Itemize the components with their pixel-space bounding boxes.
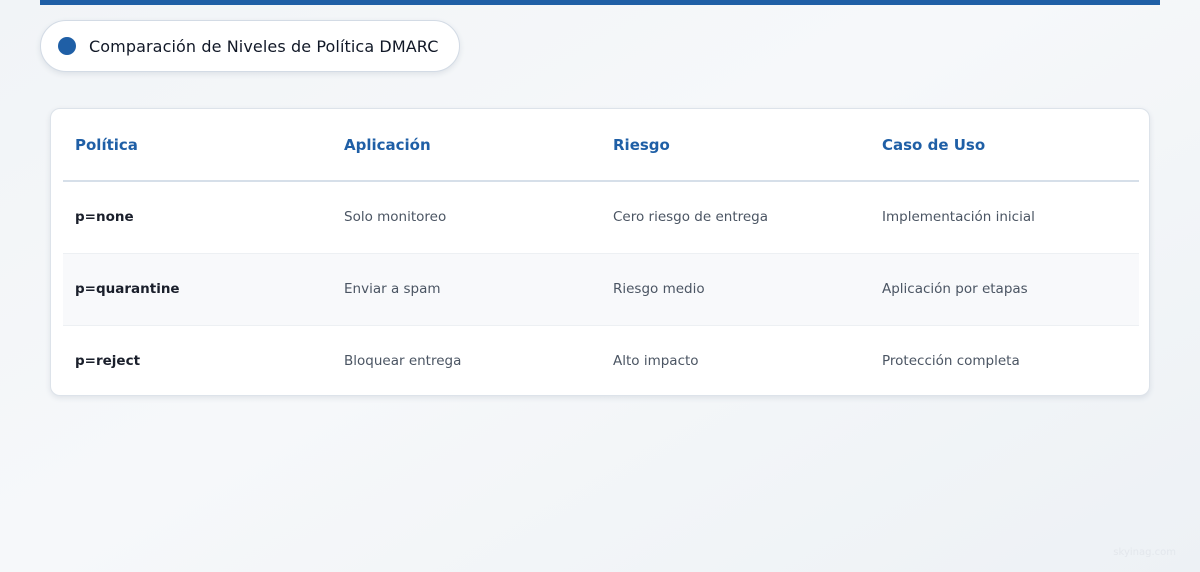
page-title-card: Comparación de Niveles de Política DMARC — [40, 20, 460, 72]
column-header-politica: Política — [63, 109, 332, 182]
top-accent-bar — [40, 0, 1160, 5]
risk-cell: Riesgo medio — [601, 253, 870, 326]
application-cell: Enviar a spam — [332, 253, 601, 326]
application-cell: Bloquear entrega — [344, 353, 462, 370]
table-row: p=quarantine Enviar a spam Riesgo medio … — [63, 253, 1139, 326]
risk-cell: Cero riesgo de entrega — [601, 181, 870, 254]
title-bullet-icon — [58, 37, 76, 55]
policy-cell: p=reject — [75, 353, 141, 370]
dmarc-policy-table: Política Aplicación Riesgo Caso de Uso p… — [63, 109, 1139, 397]
risk-cell: Alto impacto — [613, 353, 699, 370]
column-header-caso-de-uso: Caso de Uso — [870, 109, 1139, 182]
watermark: skyinag.com — [1113, 547, 1176, 558]
comparison-table-card: Política Aplicación Riesgo Caso de Uso p… — [50, 108, 1150, 396]
table-row: p=reject Bloquear entrega Alto impacto P… — [63, 325, 1139, 397]
table-header-row: Política Aplicación Riesgo Caso de Uso — [63, 109, 1139, 182]
policy-cell: p=quarantine — [63, 253, 332, 326]
application-cell: Solo monitoreo — [332, 181, 601, 254]
table-row: p=none Solo monitoreo Cero riesgo de ent… — [63, 181, 1139, 254]
policy-cell: p=none — [63, 181, 332, 254]
use-case-cell: Protección completa — [882, 353, 1020, 370]
use-case-cell: Implementación inicial — [870, 181, 1139, 254]
use-case-cell: Aplicación por etapas — [870, 253, 1139, 326]
column-header-riesgo: Riesgo — [601, 109, 870, 182]
column-header-aplicacion: Aplicación — [332, 109, 601, 182]
page-title: Comparación de Niveles de Política DMARC — [89, 36, 439, 56]
